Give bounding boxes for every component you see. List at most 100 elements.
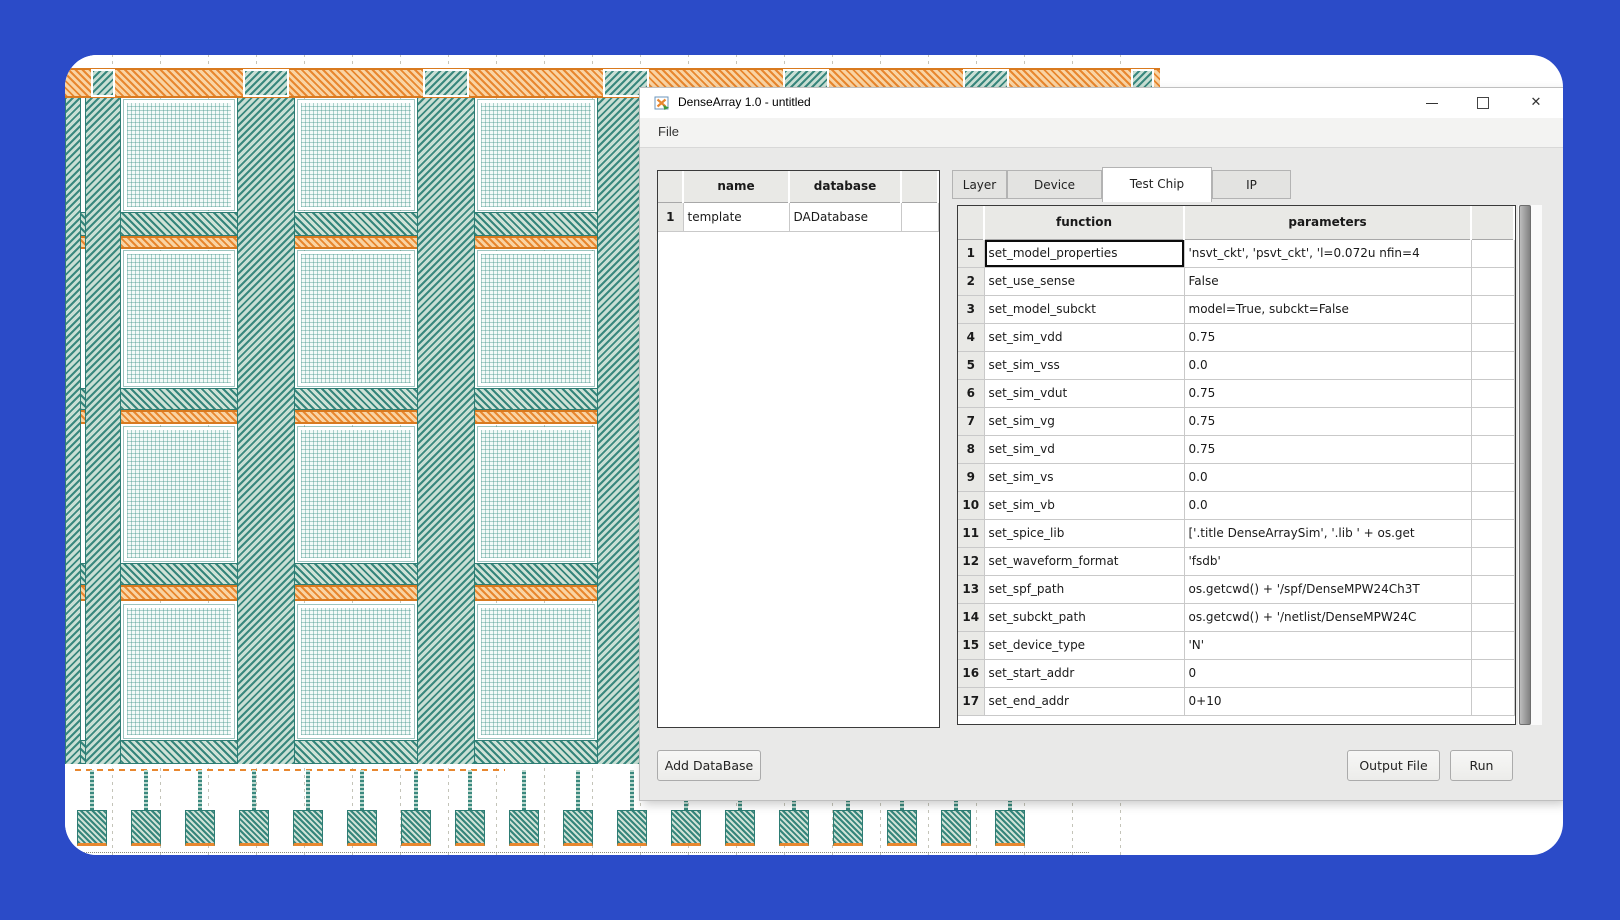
vertical-scrollbar[interactable] [1518, 205, 1542, 725]
function-cell[interactable]: set_model_subckt [984, 295, 1184, 323]
parameters-cell[interactable]: 0 [1184, 659, 1471, 687]
table-row: 5set_sim_vss0.0 [958, 351, 1514, 379]
parameters-cell[interactable]: model=True, subckt=False [1184, 295, 1471, 323]
function-table: functionparameters1set_model_properties'… [958, 206, 1515, 716]
layout-shape [576, 770, 580, 810]
minimize-button[interactable] [1415, 88, 1449, 118]
layout-pad [185, 810, 215, 846]
parameters-cell[interactable]: 'N' [1184, 631, 1471, 659]
function-cell[interactable]: set_sim_vd [984, 435, 1184, 463]
parameters-cell[interactable]: 0.75 [1184, 407, 1471, 435]
layout-pad [887, 810, 917, 846]
column-header: database [789, 171, 901, 202]
table-row: 6set_sim_vdut0.75 [958, 379, 1514, 407]
function-cell[interactable]: set_model_properties [984, 239, 1184, 267]
tab-ip[interactable]: IP [1212, 170, 1291, 199]
function-cell[interactable]: set_sim_vs [984, 463, 1184, 491]
function-cell[interactable]: set_start_addr [984, 659, 1184, 687]
parameters-cell[interactable]: 0.0 [1184, 351, 1471, 379]
parameters-cell[interactable]: 0.0 [1184, 491, 1471, 519]
function-cell[interactable]: set_subckt_path [984, 603, 1184, 631]
function-cell[interactable]: set_end_addr [984, 687, 1184, 715]
database-table-panel: namedatabase1templateDADatabase [657, 170, 940, 728]
output-file-button[interactable]: Output File [1347, 750, 1440, 781]
function-cell[interactable]: set_sim_vdut [984, 379, 1184, 407]
parameters-cell[interactable]: 0.75 [1184, 379, 1471, 407]
parameters-cell[interactable]: os.getcwd() + '/netlist/DenseMPW24C [1184, 603, 1471, 631]
row-number: 17 [958, 687, 984, 715]
maximize-icon [1477, 97, 1489, 109]
function-cell[interactable]: set_device_type [984, 631, 1184, 659]
layout-pad [833, 810, 863, 846]
maximize-button[interactable] [1466, 88, 1500, 118]
layout-shape [144, 770, 148, 810]
function-cell[interactable]: set_spice_lib [984, 519, 1184, 547]
filler-cell [1471, 659, 1514, 687]
row-number: 6 [958, 379, 984, 407]
tab-layer[interactable]: Layer [952, 170, 1007, 199]
filler-cell [1471, 491, 1514, 519]
filler-cell [1471, 631, 1514, 659]
row-number: 9 [958, 463, 984, 491]
column-header: function [984, 206, 1184, 239]
table-row: 13set_spf_pathos.getcwd() + '/spf/DenseM… [958, 575, 1514, 603]
app-icon [654, 95, 670, 111]
scrollbar-thumb[interactable] [1519, 205, 1531, 725]
layout-shape [243, 69, 289, 97]
layout-shape [124, 100, 234, 210]
filler-cell [1471, 407, 1514, 435]
tab-test-chip[interactable]: Test Chip [1102, 167, 1212, 202]
menu-file[interactable]: File [652, 124, 685, 139]
parameters-cell[interactable]: False [1184, 267, 1471, 295]
filler-header [1471, 206, 1514, 239]
function-cell[interactable]: set_sim_vg [984, 407, 1184, 435]
function-cell[interactable]: set_sim_vdd [984, 323, 1184, 351]
parameters-cell[interactable]: ['.title DenseArraySim', '.lib ' + os.ge… [1184, 519, 1471, 547]
layout-shape [630, 770, 634, 810]
menu-bar: File [640, 118, 1563, 148]
parameters-cell[interactable]: 0.75 [1184, 435, 1471, 463]
layout-shape [252, 770, 256, 810]
filler-cell [1471, 603, 1514, 631]
layout-shape [478, 427, 594, 561]
layout-shape [478, 251, 594, 386]
filler-cell [1471, 295, 1514, 323]
row-number: 1 [658, 202, 683, 231]
function-cell[interactable]: set_sim_vb [984, 491, 1184, 519]
parameters-cell[interactable]: 0+10 [1184, 687, 1471, 715]
table-row: 10set_sim_vb0.0 [958, 491, 1514, 519]
column-header: name [683, 171, 789, 202]
parameters-cell[interactable]: 'nsvt_ckt', 'psvt_ckt', 'l=0.072u nfin=4 [1184, 239, 1471, 267]
add-database-button[interactable]: Add DataBase [657, 750, 761, 781]
parameters-cell[interactable]: 'fsdb' [1184, 547, 1471, 575]
table-row: 1templateDADatabase [658, 202, 938, 231]
layout-shape [360, 770, 364, 810]
run-button[interactable]: Run [1450, 750, 1513, 781]
function-cell[interactable]: set_sim_vss [984, 351, 1184, 379]
database-table: namedatabase1templateDADatabase [658, 171, 939, 232]
function-cell[interactable]: set_use_sense [984, 267, 1184, 295]
name-cell[interactable]: template [683, 202, 789, 231]
parameters-cell[interactable]: 0.0 [1184, 463, 1471, 491]
layout-shape [298, 605, 414, 738]
corner-cell [958, 206, 984, 239]
database-cell[interactable]: DADatabase [789, 202, 901, 231]
row-number: 12 [958, 547, 984, 575]
layout-shape [124, 251, 234, 386]
layout-pad [77, 810, 107, 846]
layout-shape [298, 100, 414, 210]
close-button[interactable]: ✕ [1519, 88, 1553, 118]
function-cell[interactable]: set_spf_path [984, 575, 1184, 603]
row-number: 13 [958, 575, 984, 603]
table-row: 7set_sim_vg0.75 [958, 407, 1514, 435]
layout-baseline [69, 852, 1089, 853]
parameters-cell[interactable]: os.getcwd() + '/spf/DenseMPW24Ch3T [1184, 575, 1471, 603]
tab-device[interactable]: Device [1007, 170, 1102, 199]
table-row: 12set_waveform_format'fsdb' [958, 547, 1514, 575]
row-number: 5 [958, 351, 984, 379]
layout-pad [293, 810, 323, 846]
parameters-cell[interactable]: 0.75 [1184, 323, 1471, 351]
function-cell[interactable]: set_waveform_format [984, 547, 1184, 575]
row-number: 3 [958, 295, 984, 323]
filler-cell [1471, 435, 1514, 463]
